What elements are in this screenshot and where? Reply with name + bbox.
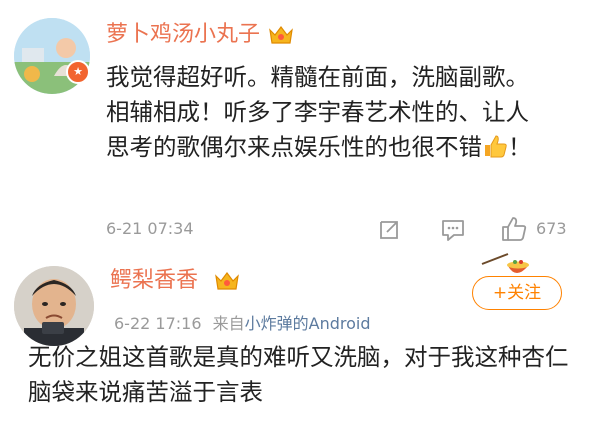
avatar[interactable] [14,266,94,346]
vip-badge-icon: ★ [66,60,90,84]
comment-text: 我觉得超好听。精髓在前面，洗脑副歌。相辅相成！听多了李宇春艺术性的、让人思考的歌… [106,63,532,161]
comment-text: 无价之姐这首歌是真的难听又洗脑，对于我这种杏仁脑袋来说痛苦溢于言表 [28,343,569,406]
crown-icon [269,26,293,44]
comment-item: 鳄梨香香 +关注 6-22 17:16 来自小炸弹的Android 无价之姐这首… [0,253,592,424]
repost-icon[interactable] [377,218,401,242]
comment-timestamp: 6-21 07:34 [106,219,194,238]
crown-icon [215,272,239,290]
thumbs-up-emoji-icon [485,135,507,158]
comment-meta: 6-22 17:16 来自小炸弹的Android [114,310,371,334]
source-link[interactable]: 小炸弹的Android [245,314,371,333]
like-icon[interactable] [500,216,528,242]
comment-timestamp: 6-22 17:16 [114,314,202,333]
username[interactable]: 萝卜鸡汤小丸子 [106,22,260,48]
source-prefix: 来自 [212,314,245,333]
reply-icon[interactable] [440,218,466,242]
comment-item: ★ 萝卜鸡汤小丸子 我觉得超好听。精髓在前面，洗脑副歌。相辅相成！听多了李宇春艺… [0,0,592,262]
username[interactable]: 鳄梨香香 [110,268,198,294]
follow-button[interactable]: +关注 [472,276,562,310]
like-count: 673 [536,219,567,238]
